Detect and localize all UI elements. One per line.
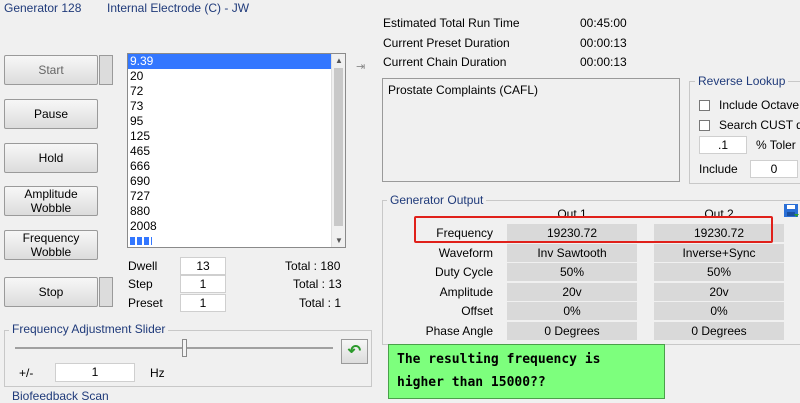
search-cust-label: Search CUST d: [719, 118, 800, 132]
undo-arrow-icon: ↶: [347, 342, 362, 360]
frequency-list-item[interactable]: 690: [128, 174, 345, 189]
amplitude-wobble-button[interactable]: Amplitude Wobble: [4, 186, 98, 216]
frequency-list-item[interactable]: 880: [128, 204, 345, 219]
output-out2-value: 0 Degrees: [654, 321, 784, 340]
frequency-list-item[interactable]: 72: [128, 84, 345, 99]
stop-button-side: [99, 277, 113, 307]
output-out2-value: 50%: [654, 263, 784, 281]
output-out1-value: 0 Degrees: [507, 321, 637, 340]
output-out1-value: 0%: [507, 302, 637, 320]
frequency-list[interactable]: 9.39 20 72 73 95 125 465 666 690 727 880 2008 ▲ ▼: [127, 53, 346, 248]
preset-label: Preset: [128, 296, 163, 310]
amplitude-wobble-line2: Wobble: [30, 201, 72, 215]
dwell-total: Total : 180: [285, 259, 341, 273]
preset-duration-value: 00:00:13: [580, 36, 627, 50]
biofeedback-scan-title: Biofeedback Scan: [9, 389, 112, 403]
output-out2-value: 20v: [654, 282, 784, 301]
start-button-side: [99, 55, 113, 85]
slider-track[interactable]: [15, 347, 333, 349]
frequency-list-item[interactable]: 95: [128, 114, 345, 129]
output-out1-value: 20v: [507, 282, 637, 301]
est-run-time-label: Estimated Total Run Time: [383, 16, 520, 30]
slider-thumb[interactable]: [181, 339, 187, 357]
slider-value-field[interactable]: 1: [55, 363, 135, 382]
output-row-label: Amplitude: [439, 284, 493, 299]
pause-button[interactable]: Pause: [4, 99, 98, 129]
generator-output-title: Generator Output: [387, 193, 487, 207]
pin-icon[interactable]: ⇥: [356, 60, 365, 73]
output-out1-value: Inv Sawtooth: [507, 243, 637, 262]
frequency-list-item[interactable]: 2008: [128, 219, 345, 234]
chain-duration-label: Current Chain Duration: [383, 55, 507, 69]
tolerance-label: % Toler: [756, 138, 796, 152]
scroll-thumb[interactable]: [334, 68, 343, 226]
annotation-line-1: The resulting frequency is: [397, 352, 601, 367]
frequency-list-item[interactable]: 666: [128, 159, 345, 174]
include-label: Include: [699, 162, 738, 176]
hz-label: Hz: [150, 366, 165, 380]
frequency-wobble-line1: Frequency: [22, 231, 80, 245]
chain-duration-value: 00:00:13: [580, 55, 627, 69]
slider-title: Frequency Adjustment Slider: [9, 322, 169, 336]
include-octave-checkbox[interactable]: [699, 100, 710, 111]
scroll-up-icon[interactable]: ▲: [335, 56, 343, 65]
electrode-title: Internal Electrode (C) - JW: [107, 1, 250, 15]
preset-field: 1: [180, 294, 226, 312]
frequency-list-item[interactable]: 9.39: [128, 54, 345, 69]
step-total: Total : 13: [293, 277, 342, 291]
start-button[interactable]: Start: [4, 55, 98, 85]
frequency-list-item[interactable]: 727: [128, 189, 345, 204]
program-name-box[interactable]: Prostate Complaints (CAFL): [382, 78, 680, 182]
include-octave-label: Include Octave: [719, 98, 800, 112]
generator-title: Generator 128: [4, 1, 82, 15]
preset-total: Total : 1: [299, 296, 342, 310]
frequency-highlight-box: [414, 216, 773, 243]
tolerance-field[interactable]: .1: [699, 136, 747, 154]
frequency-list-item[interactable]: 125: [128, 129, 345, 144]
step-label: Step: [128, 277, 153, 291]
est-run-time-value: 00:45:00: [580, 16, 627, 30]
search-cust-checkbox[interactable]: [699, 120, 710, 131]
frequency-list-item[interactable]: 73: [128, 99, 345, 114]
dwell-label: Dwell: [128, 259, 158, 273]
annotation-callout: The resulting frequency is higher than 1…: [388, 344, 665, 399]
output-row-label: Duty Cycle: [434, 265, 493, 279]
plus-minus-label: +/-: [19, 366, 34, 380]
output-row-label: Phase Angle: [425, 323, 493, 338]
program-name: Prostate Complaints (CAFL): [388, 83, 539, 97]
amplitude-wobble-line1: Amplitude: [24, 187, 78, 201]
stop-button[interactable]: Stop: [4, 277, 98, 307]
frequency-wobble-button[interactable]: Frequency Wobble: [4, 230, 98, 260]
list-progress-indicator: [130, 237, 152, 245]
list-scrollbar[interactable]: ▲ ▼: [331, 54, 345, 247]
include-field[interactable]: 0: [750, 160, 798, 178]
output-row-label: Waveform: [438, 245, 493, 260]
save-icon[interactable]: [783, 203, 799, 218]
output-out2-value: Inverse+Sync: [654, 243, 784, 262]
scroll-down-icon[interactable]: ▼: [335, 236, 343, 245]
dwell-field: 13: [180, 257, 226, 275]
frequency-list-item[interactable]: 465: [128, 144, 345, 159]
hold-button[interactable]: Hold: [4, 143, 98, 173]
frequency-list-item[interactable]: 20: [128, 69, 345, 84]
annotation-line-2: higher than 15000??: [397, 375, 546, 390]
output-row-label: Offset: [461, 304, 493, 318]
reset-button[interactable]: ↶: [341, 339, 368, 364]
output-out2-value: 0%: [654, 302, 784, 320]
frequency-wobble-line2: Wobble: [30, 245, 72, 259]
step-field: 1: [180, 275, 226, 293]
output-out1-value: 50%: [507, 263, 637, 281]
preset-duration-label: Current Preset Duration: [383, 36, 510, 50]
reverse-lookup-title: Reverse Lookup: [695, 74, 789, 88]
